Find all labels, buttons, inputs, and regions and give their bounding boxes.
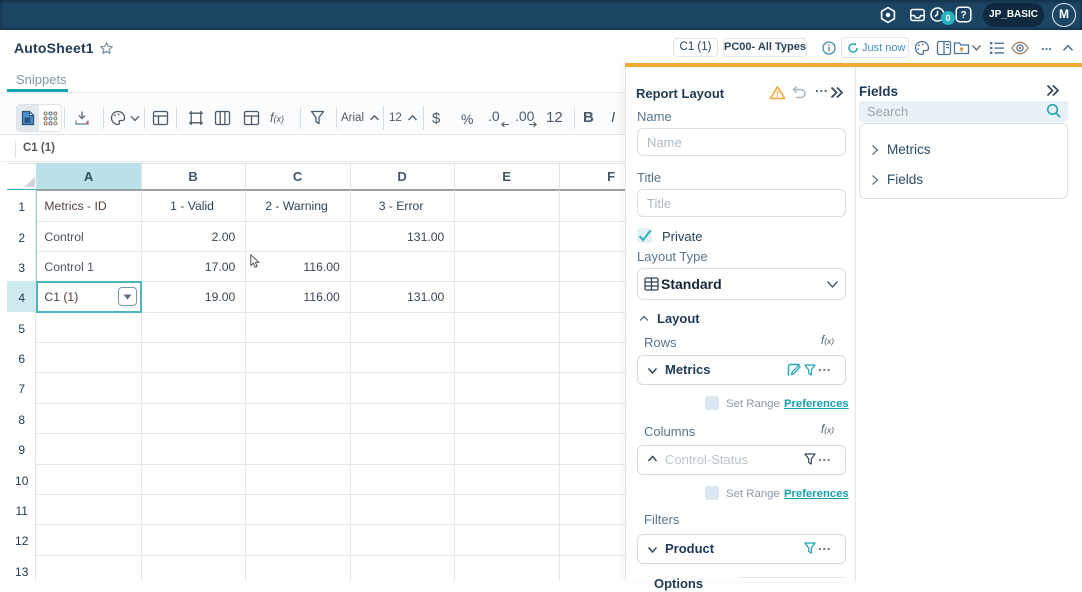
svg-text:?: ? [960,10,966,21]
